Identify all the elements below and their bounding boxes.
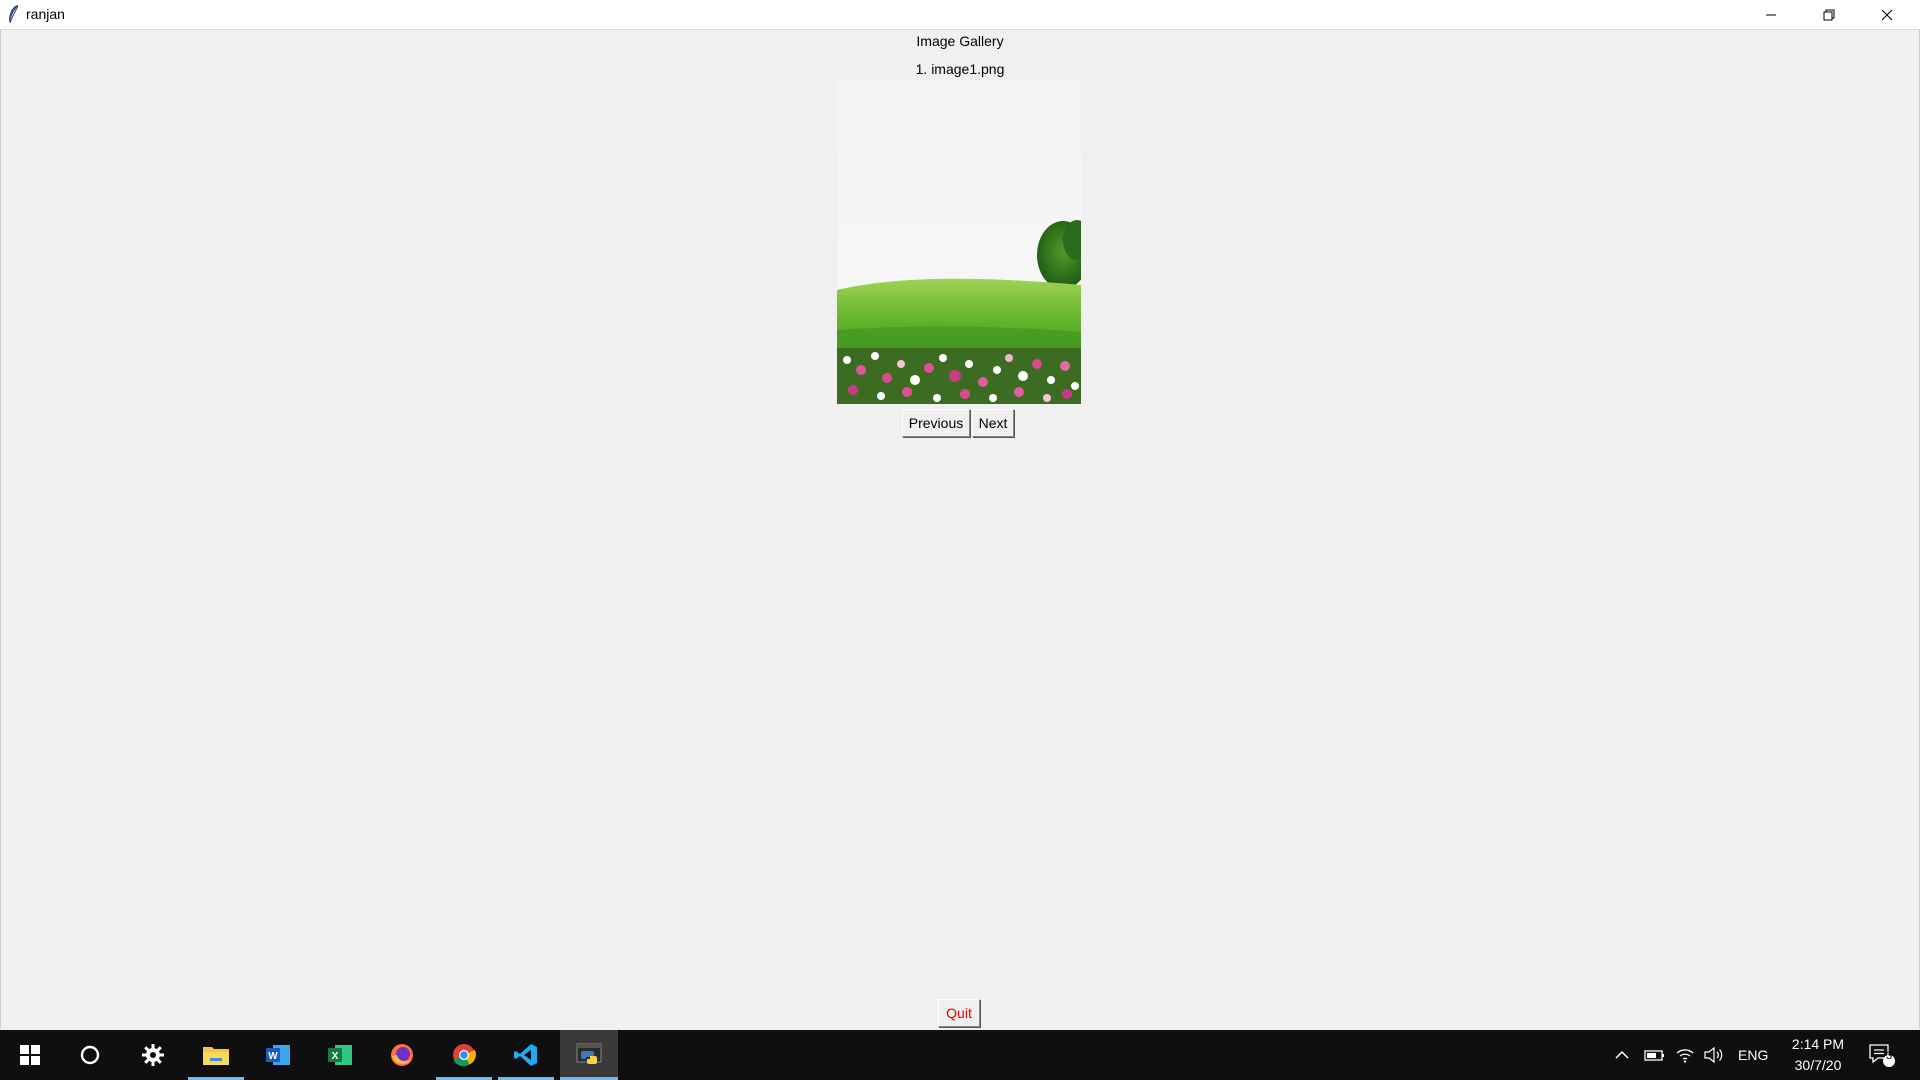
minimize-button[interactable] bbox=[1742, 0, 1800, 29]
start-button[interactable] bbox=[2, 1030, 58, 1080]
cortana-icon bbox=[80, 1045, 100, 1065]
language-indicator[interactable]: ENG bbox=[1738, 1030, 1768, 1080]
taskbar-firefox[interactable] bbox=[374, 1030, 430, 1080]
window-titlebar: ranjan bbox=[0, 0, 1920, 30]
taskbar-python[interactable] bbox=[560, 1030, 618, 1080]
taskbar-file-explorer[interactable] bbox=[188, 1030, 244, 1080]
minimize-icon bbox=[1766, 14, 1776, 15]
python-tk-icon bbox=[576, 1043, 602, 1064]
taskbar-clock[interactable]: 2:14 PM 30/7/20 bbox=[1786, 1034, 1850, 1076]
excel-icon: X bbox=[328, 1045, 352, 1065]
action-center-button[interactable]: 3 bbox=[1868, 1030, 1896, 1080]
folder-icon bbox=[203, 1047, 229, 1065]
network-status[interactable] bbox=[1676, 1030, 1694, 1080]
gallery-image bbox=[837, 80, 1081, 404]
quit-button[interactable]: Quit bbox=[938, 999, 980, 1027]
feather-icon bbox=[9, 5, 19, 24]
taskbar-settings[interactable] bbox=[125, 1030, 181, 1080]
close-button[interactable] bbox=[1858, 0, 1916, 29]
landscape-image bbox=[837, 80, 1081, 404]
notification-count: 3 bbox=[1885, 1050, 1893, 1062]
windows-icon bbox=[20, 1045, 40, 1065]
gallery-heading: Image Gallery bbox=[916, 33, 1004, 49]
clock-date: 30/7/20 bbox=[1794, 1057, 1842, 1073]
taskbar-chrome[interactable] bbox=[436, 1030, 492, 1080]
next-button[interactable]: Next bbox=[972, 409, 1014, 437]
svg-text:W: W bbox=[268, 1051, 278, 1062]
battery-icon bbox=[1644, 1050, 1664, 1061]
firefox-icon bbox=[391, 1044, 413, 1066]
image-caption: 1. image1.png bbox=[915, 61, 1005, 77]
svg-text:X: X bbox=[332, 1051, 339, 1062]
show-hidden-icons-button[interactable] bbox=[1614, 1030, 1630, 1080]
taskbar-vscode[interactable] bbox=[498, 1030, 554, 1080]
chevron-up-icon bbox=[1615, 1050, 1629, 1059]
wifi-icon bbox=[1676, 1049, 1694, 1063]
restore-icon bbox=[1823, 9, 1835, 20]
close-icon bbox=[1881, 9, 1893, 20]
clock-time: 2:14 PM bbox=[1791, 1036, 1845, 1052]
volume-control[interactable] bbox=[1704, 1030, 1724, 1080]
battery-status[interactable] bbox=[1644, 1030, 1666, 1080]
vscode-icon bbox=[514, 1044, 537, 1066]
chrome-icon bbox=[453, 1044, 476, 1067]
word-icon: W bbox=[266, 1045, 290, 1065]
speaker-icon bbox=[1704, 1047, 1723, 1063]
gear-icon bbox=[142, 1044, 164, 1066]
taskbar: W X ENG 2:14 PM 30/7/20 3 bbox=[0, 1030, 1920, 1080]
restore-button[interactable] bbox=[1800, 0, 1858, 29]
search-button[interactable] bbox=[62, 1030, 118, 1080]
window-title: ranjan bbox=[26, 6, 65, 22]
taskbar-word[interactable]: W bbox=[250, 1030, 306, 1080]
previous-button[interactable]: Previous bbox=[902, 409, 970, 437]
taskbar-excel[interactable]: X bbox=[312, 1030, 368, 1080]
